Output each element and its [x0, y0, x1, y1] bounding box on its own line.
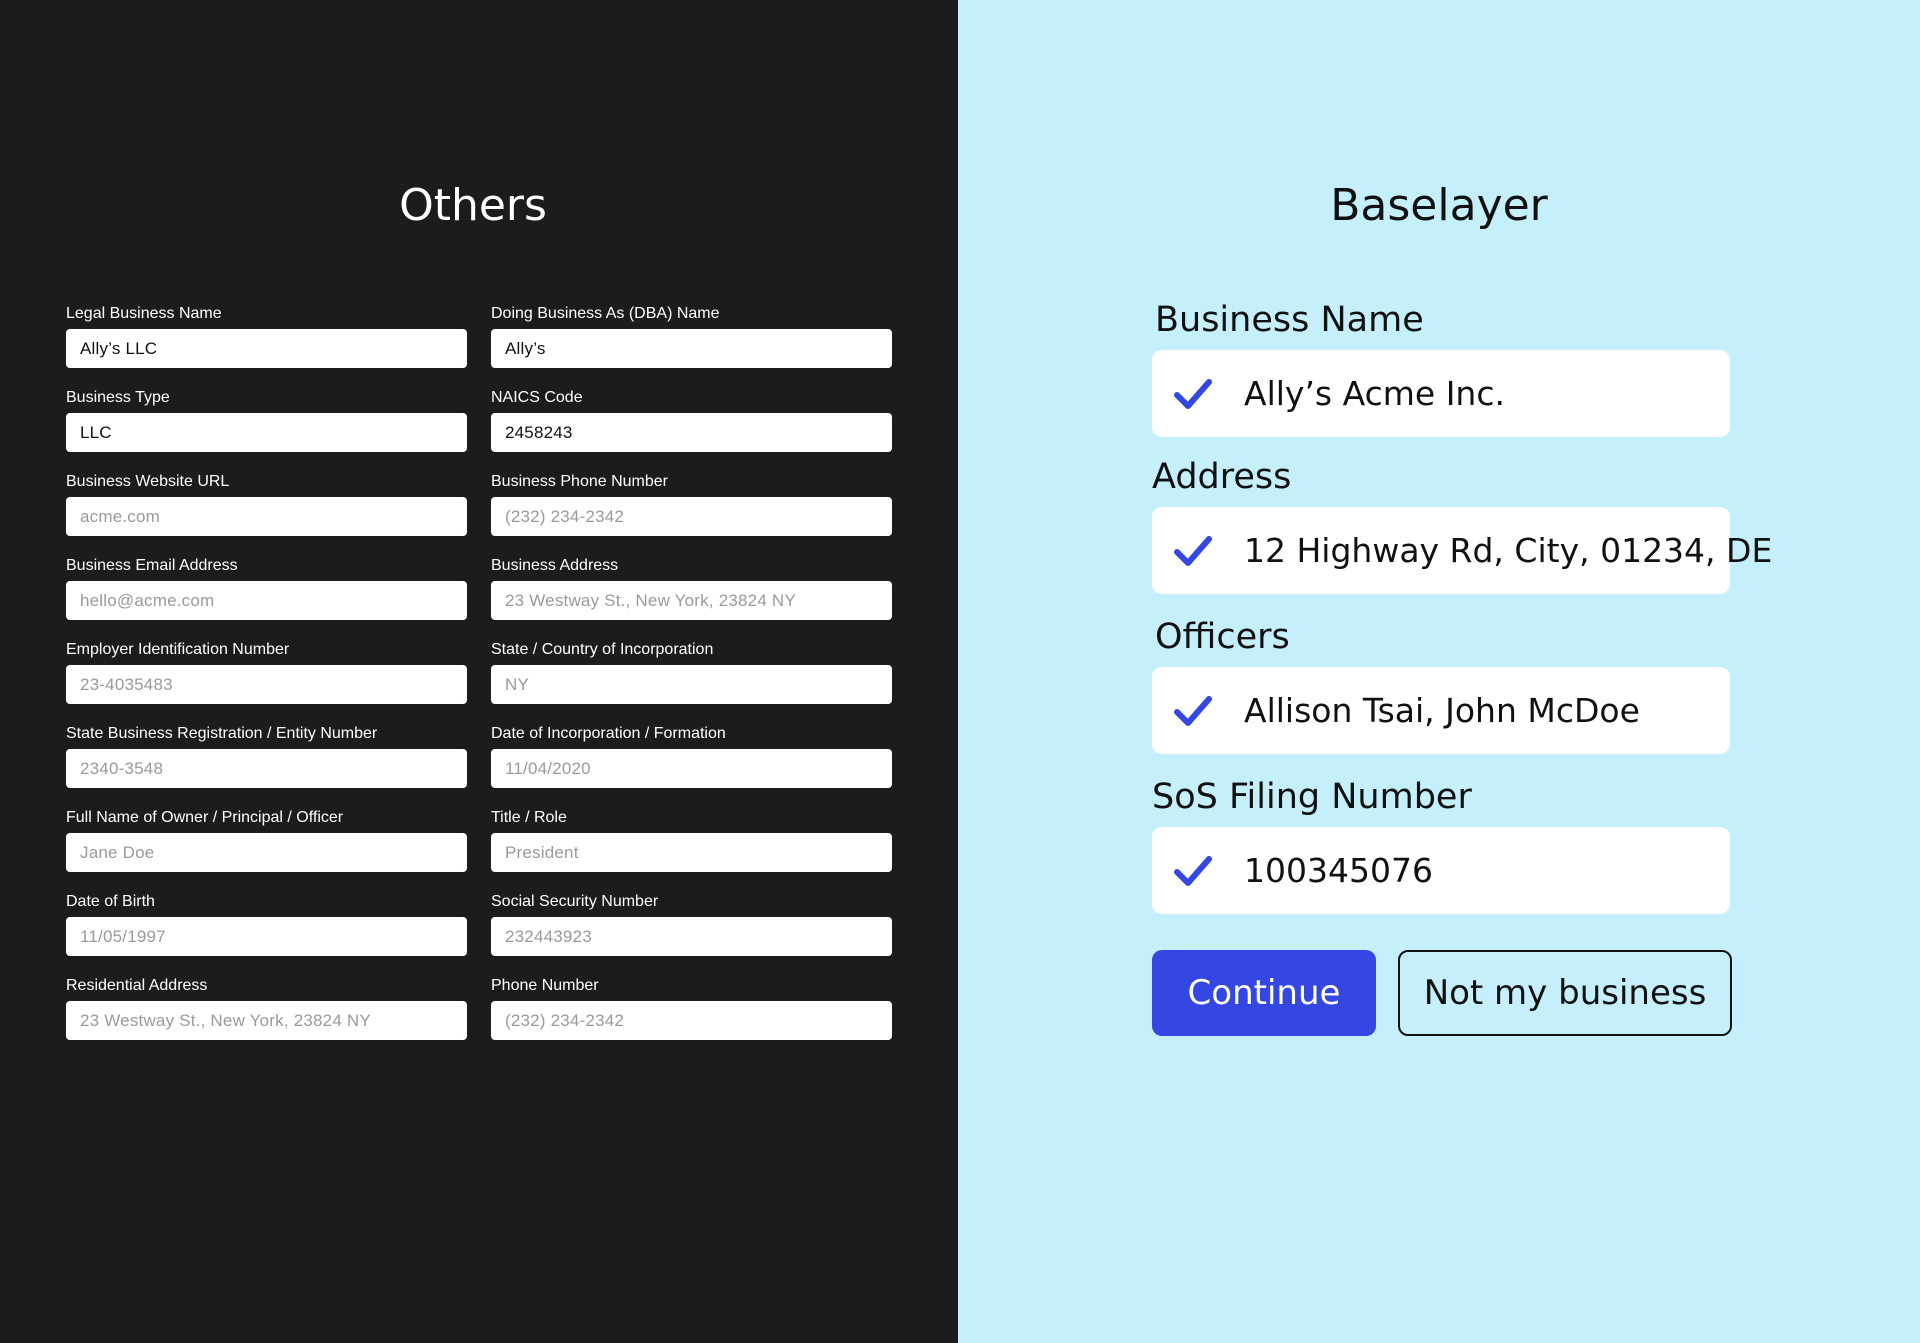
officers-value: Allison Tsai, John McDoe — [1244, 691, 1640, 730]
business-type-input[interactable] — [66, 413, 467, 452]
field-label: Date of Birth — [66, 893, 155, 910]
field-employer-identification-number: Employer Identification Number — [66, 636, 467, 720]
sos-filing-number-section: SoS Filing Number 100345076 — [1152, 777, 1730, 914]
title-role-input[interactable] — [491, 833, 892, 872]
legal-business-name-input[interactable] — [66, 329, 467, 368]
action-buttons: Continue Not my business — [1152, 950, 1732, 1036]
address-label: Address — [1152, 457, 1292, 497]
field-label: Business Email Address — [66, 557, 238, 574]
business-phone-number-input[interactable] — [491, 497, 892, 536]
phone-number-input[interactable] — [491, 1001, 892, 1040]
entity-number-input[interactable] — [66, 749, 467, 788]
field-label: State Business Registration / Entity Num… — [66, 725, 378, 742]
field-label: Business Phone Number — [491, 473, 668, 490]
field-label: Business Website URL — [66, 473, 230, 490]
business-address-input[interactable] — [491, 581, 892, 620]
sos-filing-number-value: 100345076 — [1244, 851, 1433, 890]
field-label: Phone Number — [491, 977, 599, 994]
field-label: Date of Incorporation / Formation — [491, 725, 726, 742]
officers-label: Officers — [1155, 617, 1290, 657]
field-business-phone-number: Business Phone Number — [491, 468, 892, 552]
dba-name-input[interactable] — [491, 329, 892, 368]
field-label: State / Country of Incorporation — [491, 641, 714, 658]
address-section: Address 12 Highway Rd, City, 01234, DE — [1152, 457, 1772, 594]
date-of-birth-input[interactable] — [66, 917, 467, 956]
ein-input[interactable] — [66, 665, 467, 704]
field-label: Social Security Number — [491, 893, 659, 910]
field-legal-business-name: Legal Business Name — [66, 300, 467, 384]
not-my-business-button[interactable]: Not my business — [1398, 950, 1732, 1036]
sos-filing-number-label: SoS Filing Number — [1152, 777, 1472, 817]
field-label: Business Type — [66, 389, 170, 406]
field-dba-name: Doing Business As (DBA) Name — [491, 300, 892, 384]
field-business-email-address: Business Email Address — [66, 552, 467, 636]
field-business-website-url: Business Website URL — [66, 468, 467, 552]
field-label: Business Address — [491, 557, 619, 574]
field-date-of-incorporation: Date of Incorporation / Formation — [491, 720, 892, 804]
date-of-incorporation-input[interactable] — [491, 749, 892, 788]
business-name-label: Business Name — [1155, 300, 1424, 340]
field-naics-code: NAICS Code — [491, 384, 892, 468]
others-title: Others — [399, 180, 547, 231]
sos-filing-number-box: 100345076 — [1152, 827, 1730, 914]
naics-code-input[interactable] — [491, 413, 892, 452]
owner-full-name-input[interactable] — [66, 833, 467, 872]
business-email-address-input[interactable] — [66, 581, 467, 620]
baselayer-title: Baselayer — [1330, 180, 1548, 231]
field-label: NAICS Code — [491, 389, 583, 406]
field-social-security-number: Social Security Number — [491, 888, 892, 972]
field-business-address: Business Address — [491, 552, 892, 636]
address-value: 12 Highway Rd, City, 01234, DE — [1244, 531, 1773, 570]
field-label: Title / Role — [491, 809, 567, 826]
business-website-url-input[interactable] — [66, 497, 467, 536]
field-state-of-incorporation: State / Country of Incorporation — [491, 636, 892, 720]
field-phone-number: Phone Number — [491, 972, 892, 1056]
baselayer-panel: Baselayer Business Name Ally’s Acme Inc.… — [958, 0, 1920, 1343]
field-label: Residential Address — [66, 977, 208, 994]
state-of-incorporation-input[interactable] — [491, 665, 892, 704]
address-box: 12 Highway Rd, City, 01234, DE — [1152, 507, 1772, 594]
business-name-value: Ally’s Acme Inc. — [1244, 374, 1505, 413]
check-icon — [1174, 378, 1212, 409]
others-panel: Others Legal Business Name Doing Busines… — [0, 0, 958, 1343]
residential-address-input[interactable] — [66, 1001, 467, 1040]
field-residential-address: Residential Address — [66, 972, 467, 1056]
field-label: Doing Business As (DBA) Name — [491, 305, 720, 322]
officers-box: Allison Tsai, John McDoe — [1152, 667, 1730, 754]
check-icon — [1174, 855, 1212, 886]
business-name-box: Ally’s Acme Inc. — [1152, 350, 1730, 437]
ssn-input[interactable] — [491, 917, 892, 956]
business-name-section: Business Name Ally’s Acme Inc. — [1152, 300, 1730, 437]
comparison-page: Others Legal Business Name Doing Busines… — [0, 0, 1920, 1343]
field-label: Employer Identification Number — [66, 641, 290, 658]
check-icon — [1174, 695, 1212, 726]
field-owner-full-name: Full Name of Owner / Principal / Officer — [66, 804, 467, 888]
officers-section: Officers Allison Tsai, John McDoe — [1152, 617, 1730, 754]
field-label: Full Name of Owner / Principal / Officer — [66, 809, 344, 826]
field-label: Legal Business Name — [66, 305, 222, 322]
others-form: Legal Business Name Doing Business As (D… — [66, 300, 892, 1056]
field-title-role: Title / Role — [491, 804, 892, 888]
check-icon — [1174, 535, 1212, 566]
continue-button[interactable]: Continue — [1152, 950, 1376, 1036]
field-date-of-birth: Date of Birth — [66, 888, 467, 972]
field-business-type: Business Type — [66, 384, 467, 468]
field-state-business-registration: State Business Registration / Entity Num… — [66, 720, 467, 804]
